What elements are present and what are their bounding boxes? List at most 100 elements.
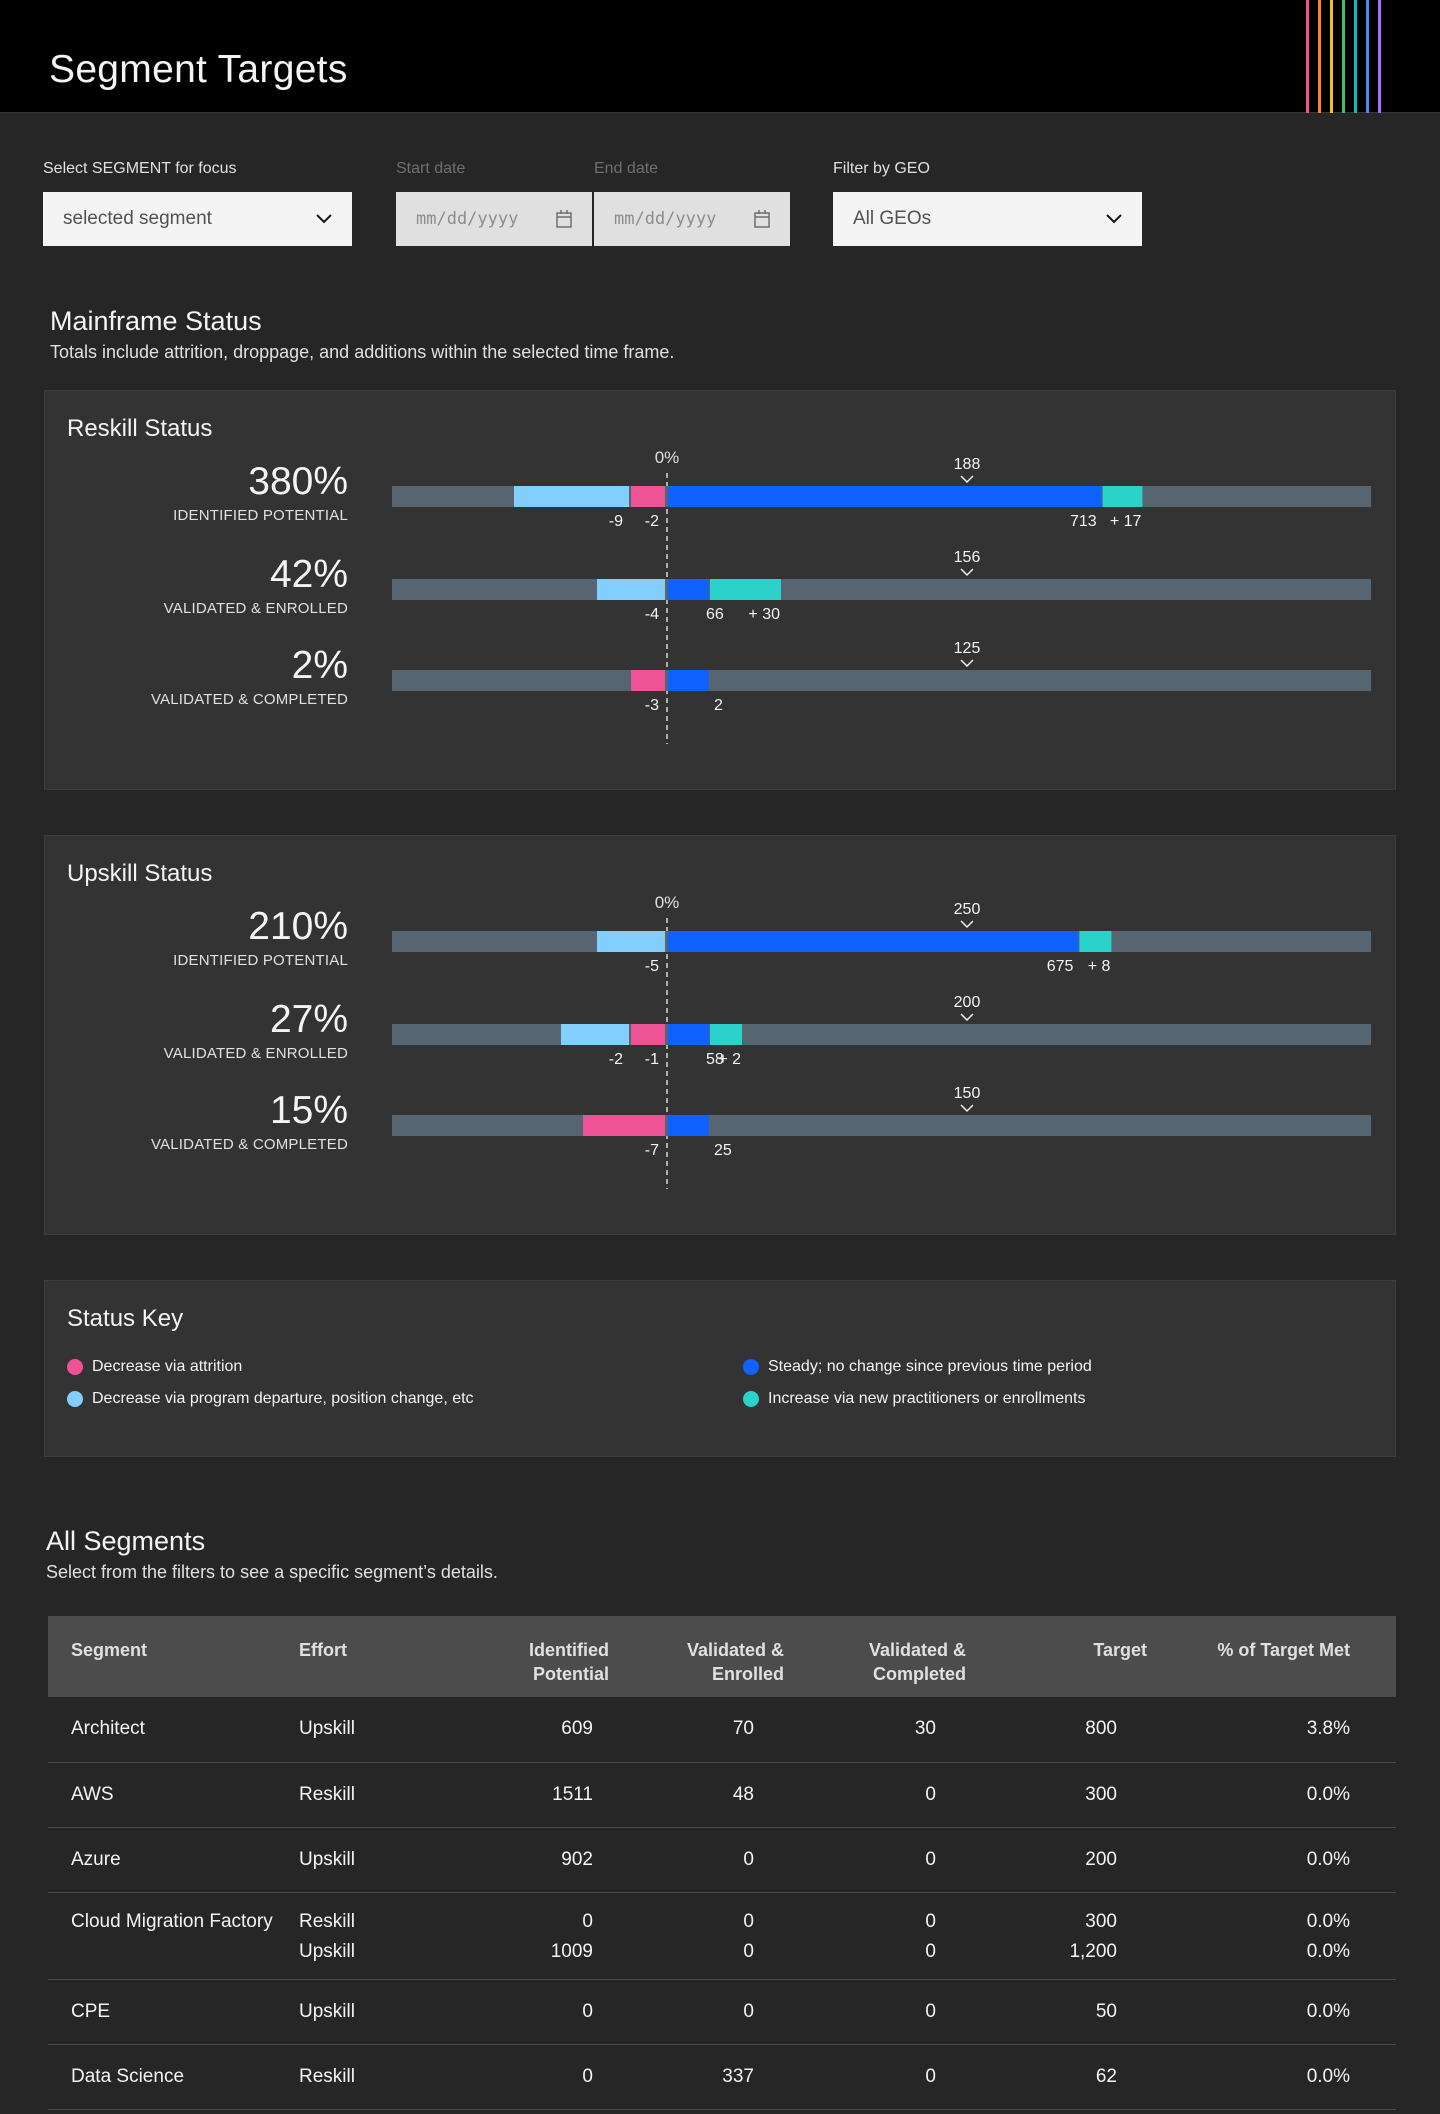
metric-caption: VALIDATED & ENROLLED xyxy=(163,1045,348,1062)
col-header-completed[interactable]: Validated & Completed xyxy=(784,1616,966,1697)
bar-departure xyxy=(561,1024,629,1045)
cell-enrolled: 48 xyxy=(609,1762,784,1828)
target-chevron-icon xyxy=(960,568,974,577)
cell-effort: Upskill xyxy=(299,1979,459,2045)
table-row[interactable]: Architect Upskill 609 70 30 800 3.8% xyxy=(48,1697,1396,1763)
cell-target: 50 xyxy=(966,1979,1147,2045)
target-value-label: 156 xyxy=(954,549,981,566)
cell-target: 800 xyxy=(966,1697,1147,1763)
cell-completed: 0 xyxy=(784,1762,966,1828)
col-header-line: Completed xyxy=(872,1664,966,1684)
calendar-icon[interactable] xyxy=(754,210,770,228)
page-title: Segment Targets xyxy=(49,48,348,91)
cell-pct: 0.0% xyxy=(1147,1762,1396,1828)
start-date-input[interactable]: mm/dd/yyyy xyxy=(396,192,592,246)
start-date-label: Start date xyxy=(396,160,466,177)
key-label: Decrease via program departure, position… xyxy=(92,1390,474,1407)
percent-value: 380% xyxy=(248,460,348,503)
departure-dot-icon xyxy=(67,1391,83,1407)
table-row[interactable]: Cloud Migration Factory Reskill 0 0 0 300 0.0% xyxy=(48,1892,1396,1935)
col-header-enrolled[interactable]: Validated & Enrolled xyxy=(609,1616,784,1697)
cell-enrolled: 70 xyxy=(609,1697,784,1763)
increase-value-label: + 8 xyxy=(1088,958,1111,975)
increase-value-label: + 30 xyxy=(748,606,780,623)
start-date-placeholder: mm/dd/yyyy xyxy=(416,209,519,229)
steady-value-label: 66 xyxy=(706,606,724,623)
steady-value-label: 25 xyxy=(714,1142,732,1159)
key-item-departure: Decrease via program departure, position… xyxy=(67,1390,474,1408)
table-row[interactable]: AWS Reskill 1511 48 0 300 0.0% xyxy=(48,1762,1396,1828)
end-date-placeholder: mm/dd/yyyy xyxy=(614,209,717,229)
bar-steady xyxy=(668,1024,709,1045)
increase-value-label: + 2 xyxy=(718,1051,741,1068)
calendar-icon[interactable] xyxy=(556,210,572,228)
status-key-panel: Status Key Decrease via attrition Decrea… xyxy=(44,1280,1396,1457)
table-row[interactable]: CPE Upskill 0 0 0 50 0.0% xyxy=(48,1979,1396,2045)
col-header-line: Validated & xyxy=(686,1640,784,1660)
col-header-segment[interactable]: Segment xyxy=(48,1616,299,1697)
col-header-identified[interactable]: Identified Potential xyxy=(459,1616,609,1697)
cell-identified: 0 xyxy=(582,1911,593,1932)
bar-steady xyxy=(668,1115,709,1136)
brand-stripes-logo xyxy=(1306,0,1381,113)
table-row[interactable]: Upskill 1009 0 0 1,200 0.0% xyxy=(48,1935,1396,1980)
zero-percent-label: 0% xyxy=(655,448,680,467)
cell-pct: 0.0% xyxy=(1306,1911,1350,1932)
percent-value: 2% xyxy=(291,644,348,687)
target-value-label: 250 xyxy=(954,901,981,918)
key-item-attrition: Decrease via attrition xyxy=(67,1358,242,1376)
col-header-effort[interactable]: Effort xyxy=(299,1616,459,1697)
cell-pct: 0.0% xyxy=(1147,1935,1396,1980)
departure-value-label: -9 xyxy=(609,513,623,530)
cell-effort: Upskill xyxy=(299,1935,459,1980)
cell-enrolled: 337 xyxy=(609,2044,784,2110)
all-segments-subtitle: Select from the filters to see a specifi… xyxy=(46,1562,498,1582)
percent-value: 42% xyxy=(269,553,348,596)
cell-identified: 0 xyxy=(459,1979,609,2045)
cell-enrolled: 0 xyxy=(743,1911,754,1932)
bar-departure xyxy=(597,931,665,952)
mainframe-status-subtitle: Totals include attrition, droppage, and … xyxy=(50,342,675,362)
geo-select[interactable]: All GEOs xyxy=(833,192,1142,246)
steady-value-label: 2 xyxy=(714,697,723,714)
cell-effort: Reskill xyxy=(299,1762,459,1828)
table-header-row: Segment Effort Identified Potential Vali… xyxy=(48,1616,1396,1697)
all-segments-title: All Segments xyxy=(46,1526,206,1556)
col-header-line: Enrolled xyxy=(711,1664,784,1684)
cell-pct: 0.0% xyxy=(1147,1979,1396,2045)
cell-identified: 1009 xyxy=(459,1935,609,1980)
metric-caption: VALIDATED & ENROLLED xyxy=(163,600,348,617)
bar-attrition xyxy=(631,486,665,507)
cell-segment xyxy=(48,1935,299,1980)
cell-identified: 1511 xyxy=(459,1762,609,1828)
bar-increase xyxy=(1079,931,1112,952)
col-header-pct[interactable]: % of Target Met xyxy=(1147,1616,1396,1697)
chevron-down-icon xyxy=(1106,214,1122,224)
table-row[interactable]: Data Science Reskill 0 337 0 62 0.0% xyxy=(48,2044,1396,2110)
end-date-input[interactable]: mm/dd/yyyy xyxy=(594,192,790,246)
increase-dot-icon xyxy=(743,1391,759,1407)
percent-value: 15% xyxy=(269,1089,348,1132)
bar-attrition xyxy=(631,670,665,691)
segment-filter-label: Select SEGMENT for focus xyxy=(43,160,237,177)
attrition-dot-icon xyxy=(67,1359,83,1375)
target-value-label: 188 xyxy=(954,456,981,473)
end-date-label: End date xyxy=(594,160,659,177)
key-item-steady: Steady; no change since previous time pe… xyxy=(743,1358,1092,1376)
target-value-label: 125 xyxy=(954,640,981,657)
metric-caption: IDENTIFIED POTENTIAL xyxy=(173,507,348,524)
cell-enrolled: 0 xyxy=(609,1935,784,1980)
cell-target: 300 xyxy=(966,1762,1147,1828)
col-header-target[interactable]: Target xyxy=(966,1616,1147,1697)
segment-select[interactable]: selected segment xyxy=(43,192,352,246)
attrition-value-label: -7 xyxy=(645,1142,659,1159)
bar-attrition xyxy=(631,1024,665,1045)
table-row[interactable]: Azure Upskill 902 0 0 200 0.0% xyxy=(48,1827,1396,1893)
cell-completed: 0 xyxy=(925,1911,936,1932)
key-label: Decrease via attrition xyxy=(92,1358,243,1375)
bar-departure xyxy=(514,486,629,507)
percent-value: 27% xyxy=(269,998,348,1041)
key-item-increase: Increase via new practitioners or enroll… xyxy=(743,1390,1085,1408)
target-value-label: 150 xyxy=(954,1085,981,1102)
steady-value-label: 713 xyxy=(1070,513,1097,530)
